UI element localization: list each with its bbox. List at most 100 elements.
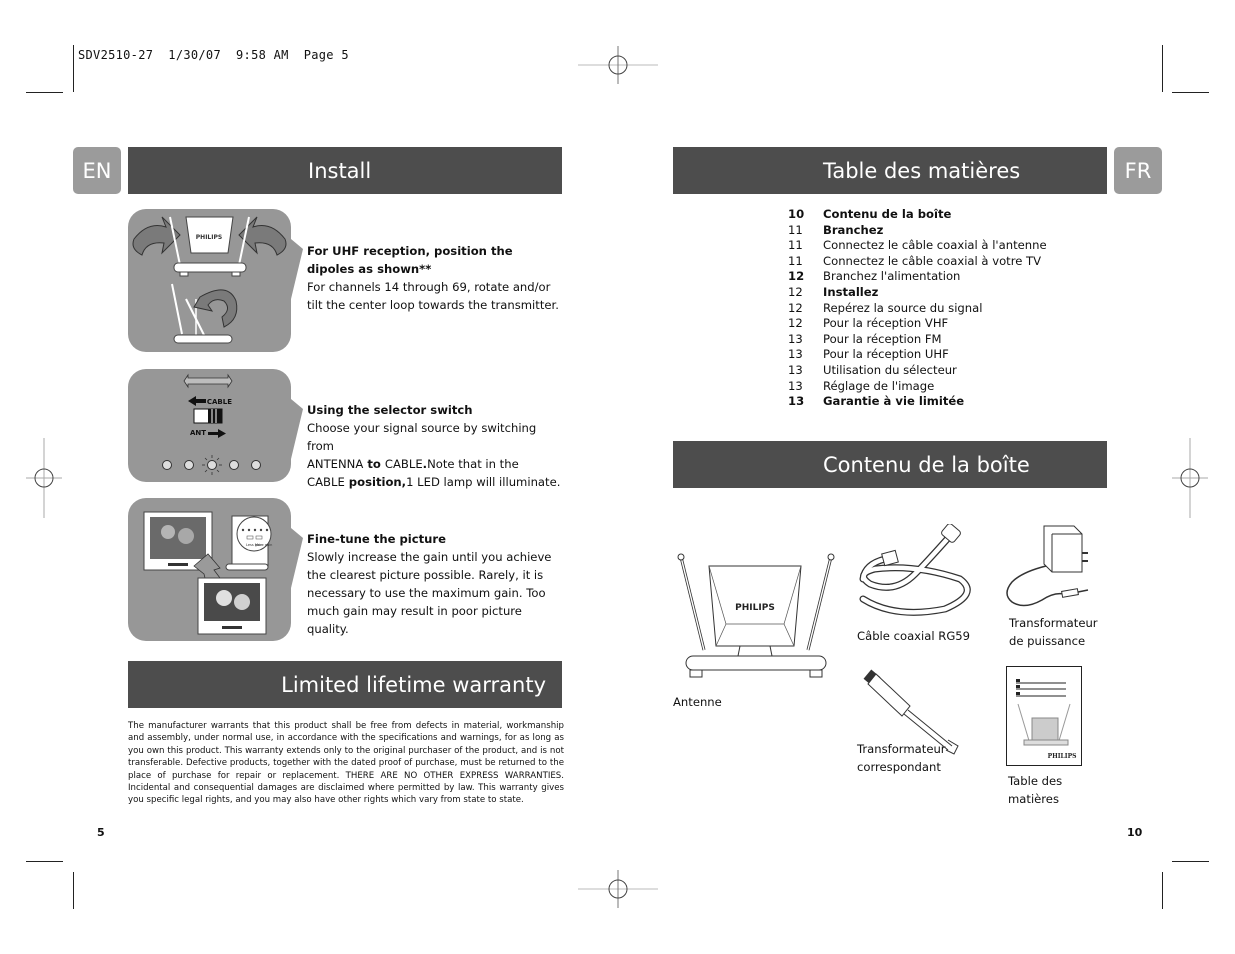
crop-mark xyxy=(1172,861,1209,862)
toc-label: Pour la réception FM xyxy=(823,331,942,346)
registration-mark-bottom xyxy=(578,870,658,908)
toc-label: Contenu de la boîte xyxy=(823,207,952,221)
toc-label: Connectez le câble coaxial à l'antenne xyxy=(823,238,1047,253)
coax-cable-caption: Câble coaxial RG59 xyxy=(857,629,971,643)
toc-label: Branchez l'alimentation xyxy=(823,269,961,284)
step-uhf-reception: For UHF reception, position the dipoles … xyxy=(307,242,562,314)
step-body-text: Choose your signal source by switching f… xyxy=(307,421,537,453)
antenna-caption: Antenne xyxy=(673,695,722,709)
step-body-text: ANTENNA xyxy=(307,457,364,471)
toc-page-number: 13 xyxy=(788,362,803,377)
toc-page-number: 12 xyxy=(788,284,803,299)
warranty-header: Limited lifetime warranty xyxy=(128,661,562,708)
step-title: Using the selector switch xyxy=(307,403,473,417)
step-body-emphasis: position, xyxy=(344,475,407,489)
step-body-text: Note that in the xyxy=(427,457,519,471)
toc-entry: 11 Connectez le câble coaxial à l'antenne xyxy=(788,238,1047,254)
toc-entry: 11 Branchez xyxy=(788,223,1047,239)
fine-tune-illustration: Less gain More gain xyxy=(128,498,303,641)
toc-label: Réglage de l'image xyxy=(823,378,935,393)
toc-page-number: 13 xyxy=(788,394,805,409)
install-header: Install xyxy=(128,147,562,194)
print-slug: SDV2510-27 1/30/07 9:58 AM Page 5 xyxy=(78,48,349,62)
toc-entry: 13 Pour la réception FM xyxy=(788,332,1047,348)
toc-page-number: 11 xyxy=(788,222,803,237)
toc-label: Utilisation du sélecteur xyxy=(823,362,957,377)
step-body-text: CABLE xyxy=(384,457,423,471)
manual-brand: PHILIPS xyxy=(1048,753,1077,760)
toc-entry: 13 Réglage de l'image xyxy=(788,379,1047,395)
step-body-text: 1 LED lamp will illuminate. xyxy=(406,475,561,489)
step-fine-tune: Fine-tune the picture Slowly increase th… xyxy=(307,530,562,638)
toc-label: Installez xyxy=(823,284,879,299)
language-tab-en: EN xyxy=(73,147,121,194)
crop-mark xyxy=(1172,92,1209,93)
install-title: Install xyxy=(308,158,372,183)
toc-label: Pour la réception VHF xyxy=(823,316,949,331)
table-of-contents: 10 Contenu de la boîte 11 Branchez 11 Connect… xyxy=(788,207,1047,410)
toc-entry: 12 Branchez l'alimentation xyxy=(788,269,1047,285)
toc-label: Repérez la source du signal xyxy=(823,300,983,315)
toc-page-number: 11 xyxy=(788,253,803,268)
toc-entry: 12 Repérez la source du signal xyxy=(788,301,1047,317)
toc-label: Branchez xyxy=(823,222,884,237)
toc-entry: 13 Pour la réception UHF xyxy=(788,347,1047,363)
contents-title: Contenu de la boîte xyxy=(823,452,1030,477)
page-number-right: 10 xyxy=(1127,826,1143,839)
toc-entry: 13 Utilisation du sélecteur xyxy=(788,363,1047,379)
registration-mark-left xyxy=(26,438,62,518)
warranty-title: Limited lifetime warranty xyxy=(281,672,546,697)
toc-label: Connectez le câble coaxial à votre TV xyxy=(823,253,1042,268)
crop-mark xyxy=(1162,872,1163,909)
ant-label: ANT xyxy=(190,429,206,437)
registration-mark-right xyxy=(1172,438,1208,518)
power-adapter-image xyxy=(1006,525,1089,607)
toc-title: Table des matières xyxy=(823,158,1021,183)
language-tab-fr: FR xyxy=(1114,147,1162,194)
crop-mark xyxy=(1162,45,1163,92)
toc-entry: 11 Connectez le câble coaxial à votre TV xyxy=(788,254,1047,270)
power-adapter-caption: Transformateur de puissance xyxy=(1009,614,1098,650)
toc-label: Garantie à vie limitée xyxy=(823,394,965,409)
warranty-text: The manufacturer warrants that this prod… xyxy=(128,721,564,806)
toc-page-number: 13 xyxy=(788,347,803,362)
step-title: Fine-tune the picture xyxy=(307,532,446,546)
step-title: For UHF reception, position the dipoles … xyxy=(307,244,513,276)
power-adapter-caption-line1: Transformateur xyxy=(1009,616,1098,630)
antenna-image: PHILIPS xyxy=(677,553,835,678)
coax-cable-image xyxy=(859,524,971,616)
toc-page-number: 12 xyxy=(788,316,803,331)
toc-header: Table des matières xyxy=(673,147,1107,194)
selector-switch-illustration: CABLE ANT xyxy=(128,369,303,482)
contents-header: Contenu de la boîte xyxy=(673,441,1107,488)
step-selector-switch: Using the selector switch Choose your si… xyxy=(307,401,562,491)
step-body-emphasis: to xyxy=(363,457,385,471)
manual-caption-line1: Table des xyxy=(1008,774,1063,788)
cable-label: CABLE xyxy=(207,398,232,406)
toc-page-number: 12 xyxy=(788,300,803,315)
matching-transformer-caption: Transformateur correspondant xyxy=(857,740,946,776)
toc-page-number: 12 xyxy=(788,269,805,284)
power-adapter-caption-line2: de puissance xyxy=(1009,634,1086,648)
more-gain-label: More gain xyxy=(255,543,272,547)
toc-page-number: 11 xyxy=(788,238,803,253)
antenna-brand: PHILIPS xyxy=(735,603,775,613)
toc-label: Pour la réception UHF xyxy=(823,347,949,362)
crop-mark xyxy=(73,45,74,92)
toc-entry: 13 Garantie à vie limitée xyxy=(788,394,1047,410)
crop-mark xyxy=(26,861,63,862)
svg-text:PHILIPS: PHILIPS xyxy=(196,234,222,241)
registration-mark-top xyxy=(578,46,658,84)
toc-page-number: 13 xyxy=(788,331,803,346)
toc-page-number: 10 xyxy=(788,207,805,221)
toc-entry: 12 Pour la réception VHF xyxy=(788,316,1047,332)
manual-caption-line2: matières xyxy=(1008,792,1059,806)
toc-entry: 10 Contenu de la boîte xyxy=(788,207,1047,223)
step-body: For channels 14 through 69, rotate and/o… xyxy=(307,280,559,312)
manual-thumbnail-image: PHILIPS xyxy=(1006,666,1082,766)
step-body-text: CABLE xyxy=(307,475,345,489)
antenna-rotation-illustration: PHILIPS xyxy=(128,209,303,352)
toc-page-number: 13 xyxy=(788,378,803,393)
page-number-left: 5 xyxy=(97,826,105,839)
toc-entry: 12 Installez xyxy=(788,285,1047,301)
